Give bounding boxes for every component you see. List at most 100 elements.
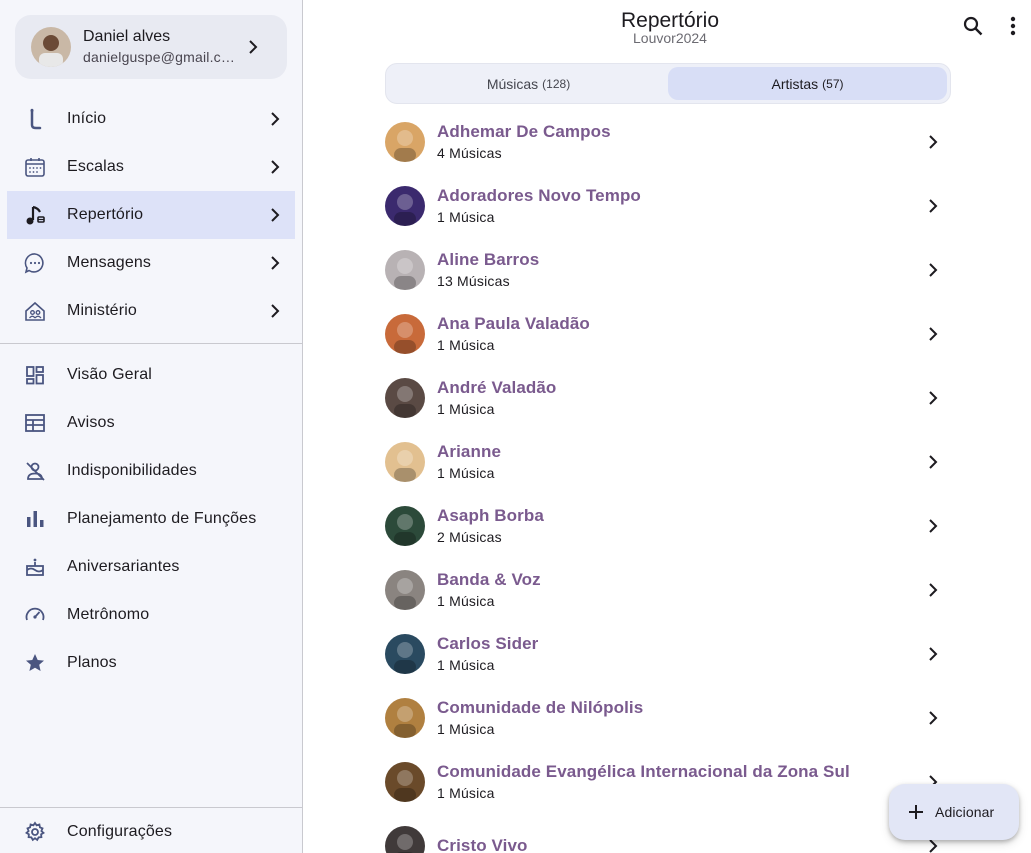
star-icon	[23, 651, 47, 675]
artist-name: Comunidade Evangélica Internacional da Z…	[437, 762, 850, 781]
music-note-icon	[23, 203, 47, 227]
chevron-right-icon	[929, 135, 938, 149]
sidebar-item-indisponibilidades[interactable]: Indisponibilidades	[7, 447, 295, 495]
sidebar-item-label: Planos	[67, 654, 117, 671]
sidebar-item-configuracoes[interactable]: Configurações	[7, 808, 295, 853]
artist-avatar	[385, 442, 425, 482]
chevron-right-icon	[271, 256, 280, 270]
artist-row[interactable]: Ana Paula Valadão 1 Música	[385, 302, 951, 366]
sidebar-item-label: Planejamento de Funções	[67, 510, 257, 527]
artist-song-count: 1 Música	[437, 657, 495, 673]
segmented-tabs: Músicas (128) Artistas (57)	[385, 63, 951, 104]
sidebar-item-mensagens[interactable]: Mensagens	[7, 239, 295, 287]
chevron-right-icon	[271, 208, 280, 222]
church-icon	[23, 299, 47, 323]
calendar-icon	[23, 155, 47, 179]
artist-name: Adhemar De Campos	[437, 122, 611, 141]
artist-name: Adoradores Novo Tempo	[437, 186, 641, 205]
sidebar-item-label: Repertório	[67, 206, 144, 223]
sidebar-item-label: Configurações	[67, 823, 173, 840]
tab-count: (57)	[822, 76, 844, 91]
artist-name: Arianne	[437, 442, 501, 461]
notice-board-icon	[23, 411, 47, 435]
artist-name: Comunidade de Nilópolis	[437, 698, 644, 717]
artist-row[interactable]: Comunidade Evangélica Internacional da Z…	[385, 750, 951, 814]
artist-row[interactable]: Arianne 1 Música	[385, 430, 951, 494]
artist-avatar	[385, 314, 425, 354]
tab-label: Artistas	[771, 75, 819, 92]
artist-avatar	[385, 378, 425, 418]
sidebar-item-escalas[interactable]: Escalas	[7, 143, 295, 191]
dashboard-icon	[23, 363, 47, 387]
artist-row[interactable]: Cristo Vivo	[385, 814, 951, 853]
cake-icon	[23, 555, 47, 579]
tab-artistas[interactable]: Artistas (57)	[668, 67, 947, 100]
artist-row[interactable]: Aline Barros 13 Músicas	[385, 238, 951, 302]
sidebar-item-label: Avisos	[67, 414, 115, 431]
page-subtitle: Louvor2024	[633, 30, 707, 46]
chevron-right-icon	[929, 711, 938, 725]
sidebar-item-visao-geral[interactable]: Visão Geral	[7, 351, 295, 399]
artist-row[interactable]: Comunidade de Nilópolis 1 Música	[385, 686, 951, 750]
chevron-right-icon	[271, 112, 280, 126]
artist-row[interactable]: André Valadão 1 Música	[385, 366, 951, 430]
artist-avatar	[385, 698, 425, 738]
sidebar-item-label: Início	[67, 110, 107, 127]
sidebar-item-aniversariantes[interactable]: Aniversariantes	[7, 543, 295, 591]
add-button[interactable]: Adicionar	[889, 784, 1019, 840]
more-vertical-icon	[1010, 16, 1016, 36]
sidebar-item-label: Metrônomo	[67, 606, 150, 623]
tab-count: (128)	[542, 76, 571, 91]
artist-song-count: 2 Músicas	[437, 529, 502, 545]
sidebar-item-inicio[interactable]: Início	[7, 95, 295, 143]
artist-song-count: 1 Música	[437, 593, 495, 609]
chevron-right-icon	[929, 391, 938, 405]
sidebar-item-label: Indisponibilidades	[67, 462, 197, 479]
sidebar-item-metronomo[interactable]: Metrônomo	[7, 591, 295, 639]
sidebar-item-label: Escalas	[67, 158, 125, 175]
chevron-right-icon	[929, 647, 938, 661]
chevron-right-icon	[271, 304, 280, 318]
artist-row[interactable]: Asaph Borba 2 Músicas	[385, 494, 951, 558]
navigation-drawer: Daniel alves danielguspe@gmail.com Iníci…	[0, 0, 303, 853]
profile-email: danielguspe@gmail.com	[83, 49, 239, 65]
sidebar-item-planos[interactable]: Planos	[7, 639, 295, 687]
artist-song-count: 1 Música	[437, 465, 495, 481]
artist-avatar	[385, 570, 425, 610]
chevron-right-icon	[271, 160, 280, 174]
artist-row[interactable]: Carlos Sider 1 Música	[385, 622, 951, 686]
chevron-right-icon	[249, 40, 258, 54]
more-options-button[interactable]	[995, 8, 1031, 44]
sidebar-item-planejamento[interactable]: Planejamento de Funções	[7, 495, 295, 543]
sidebar-item-label: Ministério	[67, 302, 137, 319]
artist-song-count: 1 Música	[437, 721, 495, 737]
tab-label: Músicas	[486, 75, 539, 92]
sidebar-item-ministerio[interactable]: Ministério	[7, 287, 295, 335]
chat-bubble-icon	[23, 251, 47, 275]
artist-row[interactable]: Adhemar De Campos 4 Músicas	[385, 110, 951, 174]
artist-avatar	[385, 826, 425, 853]
artist-song-count: 1 Música	[437, 209, 495, 225]
profile-name: Daniel alves	[83, 28, 171, 45]
add-button-label: Adicionar	[935, 804, 995, 820]
artist-row[interactable]: Banda & Voz 1 Música	[385, 558, 951, 622]
sidebar-item-repertorio[interactable]: Repertório	[7, 191, 295, 239]
bar-chart-icon	[23, 507, 47, 531]
artist-name: Ana Paula Valadão	[437, 314, 590, 333]
artist-avatar	[385, 762, 425, 802]
guitar-icon	[23, 107, 47, 131]
artist-avatar	[385, 186, 425, 226]
artist-name: Asaph Borba	[437, 506, 544, 525]
artist-avatar	[385, 122, 425, 162]
sidebar-item-label: Mensagens	[67, 254, 152, 271]
chevron-right-icon	[929, 839, 938, 853]
artist-name: Carlos Sider	[437, 634, 539, 653]
artist-song-count: 13 Músicas	[437, 273, 510, 289]
search-button[interactable]	[955, 8, 991, 44]
tab-musicas[interactable]: Músicas (128)	[389, 67, 668, 100]
sidebar-item-avisos[interactable]: Avisos	[7, 399, 295, 447]
artist-row[interactable]: Adoradores Novo Tempo 1 Música	[385, 174, 951, 238]
profile-card[interactable]: Daniel alves danielguspe@gmail.com	[15, 15, 287, 79]
artist-avatar	[385, 250, 425, 290]
artist-name: Banda & Voz	[437, 570, 541, 589]
